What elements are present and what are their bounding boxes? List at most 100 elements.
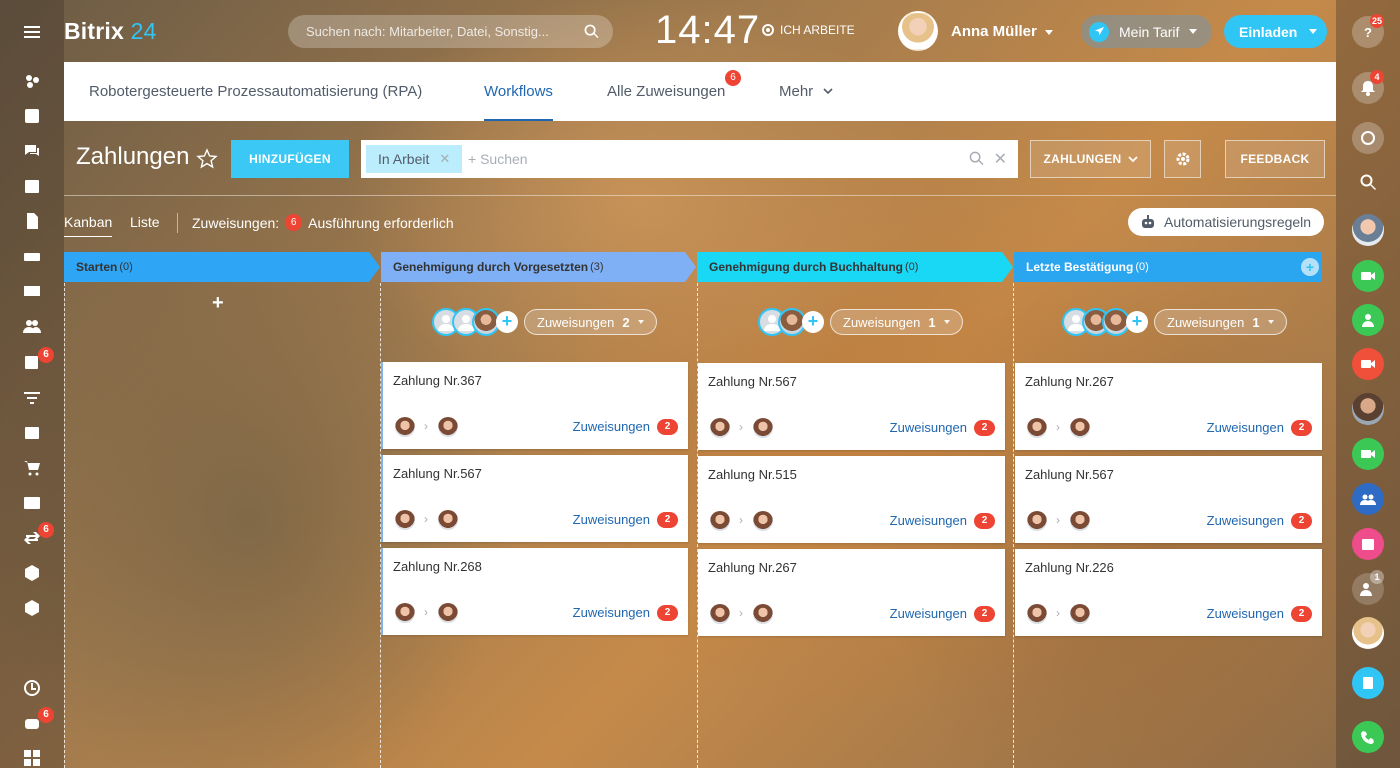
chevron-down-icon xyxy=(1309,29,1318,34)
tab-rpa[interactable]: Robotergesteuerte Prozessautomatisierung… xyxy=(89,83,422,100)
workflow-card[interactable]: Zahlung Nr.367 › Zuweisungen 2 xyxy=(381,362,688,449)
chevron-right-icon: › xyxy=(424,605,428,619)
workflow-card[interactable]: Zahlung Nr.226 › Zuweisungen 2 xyxy=(1015,549,1322,636)
invite-label: Einladen xyxy=(1239,23,1298,40)
column-header-vorgesetzten[interactable]: Genehmigung durch Vorgesetzten (3) xyxy=(381,252,685,282)
add-assignee-icon[interactable]: + xyxy=(1126,311,1148,333)
add-assignee-icon[interactable]: + xyxy=(496,311,518,333)
assignment-counter[interactable]: Zuweisungen: 6 Ausführung erforderlich xyxy=(192,214,454,231)
workflow-card[interactable]: Zahlung Nr.268 › Zuweisungen 2 xyxy=(381,548,688,635)
column-assignees[interactable]: + xyxy=(1062,307,1148,337)
column-header-buchhaltung[interactable]: Genehmigung durch Buchhaltung (0) xyxy=(697,252,1002,282)
chip-close-icon[interactable]: ✕ xyxy=(439,151,450,167)
cart-icon[interactable] xyxy=(20,456,44,480)
screen-share-icon[interactable] xyxy=(1352,667,1384,699)
filter-icon[interactable] xyxy=(20,386,44,410)
assignments-dropdown[interactable]: Zuweisungen 2 xyxy=(524,309,657,335)
video-chat-icon[interactable] xyxy=(1352,438,1384,470)
menu-icon[interactable] xyxy=(20,20,44,44)
contact-avatar-1[interactable] xyxy=(1352,214,1384,246)
workflow-card[interactable]: Zahlung Nr.267 › Zuweisungen 2 xyxy=(1015,363,1322,450)
column-assignees[interactable]: + xyxy=(432,307,518,337)
window-icon[interactable] xyxy=(20,421,44,445)
tab-workflows[interactable]: Workflows xyxy=(484,83,553,121)
add-column-icon[interactable]: + xyxy=(1301,258,1319,276)
contact-avatar-2[interactable] xyxy=(1352,393,1384,425)
feedback-button[interactable]: FEEDBACK xyxy=(1225,140,1325,178)
left-sidebar: 6 6 6 xyxy=(0,0,64,768)
column-header-bestaetigung[interactable]: Letzte Bestätigung (0) xyxy=(1014,252,1314,282)
contact-avatar-3[interactable] xyxy=(1352,617,1384,649)
filter-chip[interactable]: In Arbeit ✕ xyxy=(366,145,463,173)
video-icon[interactable] xyxy=(1352,260,1384,292)
settings-button[interactable] xyxy=(1164,140,1201,178)
clock-icon[interactable] xyxy=(20,676,44,700)
category-button[interactable]: ZAHLUNGEN xyxy=(1030,140,1151,178)
apps-grid-icon[interactable] xyxy=(20,746,44,768)
mail-icon[interactable] xyxy=(20,279,44,303)
feed-icon[interactable] xyxy=(20,69,44,93)
avatar xyxy=(753,418,773,438)
card-assignments-link[interactable]: Zuweisungen xyxy=(573,419,650,434)
card-assignments-link[interactable]: Zuweisungen xyxy=(573,512,650,527)
card-assignments-link[interactable]: Zuweisungen xyxy=(1207,420,1284,435)
chevron-right-icon: › xyxy=(1056,420,1060,434)
card-assignments-link[interactable]: Zuweisungen xyxy=(1207,606,1284,621)
workflow-card[interactable]: Zahlung Nr.515 › Zuweisungen 2 xyxy=(698,456,1005,543)
user-avatar[interactable] xyxy=(898,11,938,51)
workflow-card[interactable]: Zahlung Nr.267 › Zuweisungen 2 xyxy=(698,549,1005,636)
chat-icon[interactable] xyxy=(20,139,44,163)
message-icon[interactable] xyxy=(1352,122,1384,154)
assignments-label: Zuweisungen xyxy=(1167,314,1245,330)
tarif-button[interactable]: Mein Tarif xyxy=(1081,15,1212,48)
star-icon[interactable] xyxy=(196,148,218,170)
news-icon[interactable] xyxy=(20,104,44,128)
automation-rules-button[interactable]: Automatisierungsregeln xyxy=(1128,208,1324,236)
clear-filter-icon[interactable]: ✕ xyxy=(994,149,1007,169)
user-menu[interactable]: Anna Müller xyxy=(951,23,1053,40)
box-filled-icon[interactable] xyxy=(20,596,44,620)
drive-icon[interactable] xyxy=(20,244,44,268)
team-icon[interactable] xyxy=(1352,483,1384,515)
invite-button[interactable]: Einladen xyxy=(1224,15,1327,48)
calendar-app-icon[interactable] xyxy=(1352,528,1384,560)
phone-icon[interactable] xyxy=(1352,721,1384,753)
box-icon[interactable] xyxy=(20,561,44,585)
add-assignee-icon[interactable]: + xyxy=(802,311,824,333)
global-search-input[interactable]: Suchen nach: Mitarbeiter, Datei, Sonstig… xyxy=(288,15,613,48)
video-call-icon[interactable] xyxy=(1352,348,1384,380)
view-kanban[interactable]: Kanban xyxy=(64,214,113,237)
column-title: Genehmigung durch Buchhaltung xyxy=(709,260,903,274)
avatar xyxy=(438,417,458,437)
card-assignments-link[interactable]: Zuweisungen xyxy=(573,605,650,620)
workflow-card[interactable]: Zahlung Nr.567 › Zuweisungen 2 xyxy=(381,455,688,542)
tab-more[interactable]: Mehr xyxy=(779,83,833,100)
card-assignments-link[interactable]: Zuweisungen xyxy=(890,420,967,435)
users-icon[interactable] xyxy=(20,314,44,338)
card-assignments-link[interactable]: Zuweisungen xyxy=(1207,513,1284,528)
workflow-card[interactable]: Zahlung Nr.567 › Zuweisungen 2 xyxy=(1015,456,1322,543)
card-assignments-link[interactable]: Zuweisungen xyxy=(890,513,967,528)
tab-all-assignments[interactable]: Alle Zuweisungen xyxy=(607,83,725,100)
card-badge: 2 xyxy=(974,513,995,529)
assignments-dropdown[interactable]: Zuweisungen 1 xyxy=(830,309,963,335)
workflow-card[interactable]: Zahlung Nr.567 › Zuweisungen 2 xyxy=(698,363,1005,450)
view-list[interactable]: Liste xyxy=(130,214,160,230)
filter-search-input[interactable]: In Arbeit ✕ + Suchen ✕ xyxy=(361,140,1018,178)
calendar-icon[interactable] xyxy=(20,174,44,198)
help-badge: 25 xyxy=(1370,14,1385,28)
add-item-icon[interactable]: + xyxy=(212,292,224,315)
group-users-icon[interactable] xyxy=(1352,304,1384,336)
column-header-starten[interactable]: Starten (0) xyxy=(64,252,369,282)
document-icon[interactable] xyxy=(20,209,44,233)
search-icon[interactable] xyxy=(969,151,984,166)
search-icon[interactable] xyxy=(1352,166,1384,198)
column-assignees[interactable]: + xyxy=(758,307,824,337)
add-button[interactable]: HINZUFÜGEN xyxy=(231,140,349,178)
search-icon[interactable] xyxy=(584,24,599,39)
work-status-button[interactable]: ICH ARBEITE xyxy=(762,23,855,37)
logo[interactable]: Bitrix 24 xyxy=(64,18,157,45)
assignments-dropdown[interactable]: Zuweisungen 1 xyxy=(1154,309,1287,335)
card-assignments-link[interactable]: Zuweisungen xyxy=(890,606,967,621)
contact-card-icon[interactable] xyxy=(20,491,44,515)
